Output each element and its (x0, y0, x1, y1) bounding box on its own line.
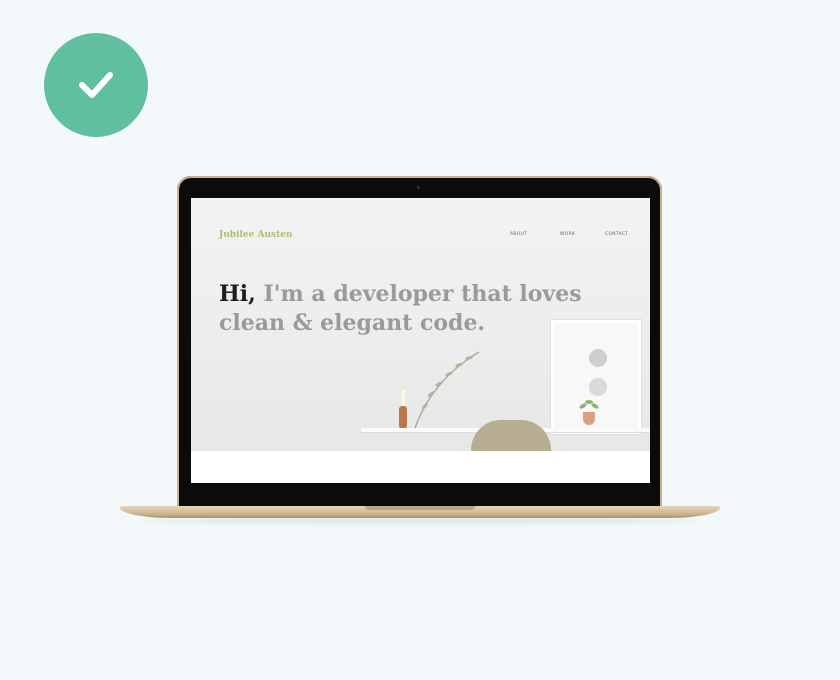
nav-contact[interactable]: CONTACT (605, 232, 628, 237)
laptop-mockup: Jubilee Austen ABOUT WORK CONTACT Hi, I'… (120, 176, 720, 526)
site-logo-text[interactable]: Jubilee Austen (219, 230, 293, 240)
laptop-shadow (140, 518, 700, 524)
success-badge (44, 33, 148, 137)
nav-about[interactable]: ABOUT (510, 232, 527, 237)
check-icon (79, 72, 113, 98)
plant-branch-illustration (414, 351, 480, 429)
headline-rest: I'm a developer that loves clean & elega… (219, 281, 582, 336)
art-circle (589, 378, 607, 396)
laptop-lid: Jubilee Austen ABOUT WORK CONTACT Hi, I'… (177, 176, 662, 508)
vase-illustration (399, 406, 407, 428)
nav-work[interactable]: WORK (560, 232, 575, 237)
webcam (417, 186, 420, 189)
laptop-screen: Jubilee Austen ABOUT WORK CONTACT Hi, I'… (191, 198, 650, 483)
laptop-opening-notch (365, 506, 475, 510)
hero-section: Jubilee Austen ABOUT WORK CONTACT Hi, I'… (191, 198, 650, 451)
chair-illustration (471, 420, 551, 451)
headline-hi: Hi, (219, 281, 256, 307)
wall-art-frame (551, 320, 641, 434)
candle-illustration (402, 390, 405, 406)
art-circle (589, 349, 607, 367)
page-content-band (191, 451, 650, 483)
plant-pot-illustration (583, 412, 595, 425)
